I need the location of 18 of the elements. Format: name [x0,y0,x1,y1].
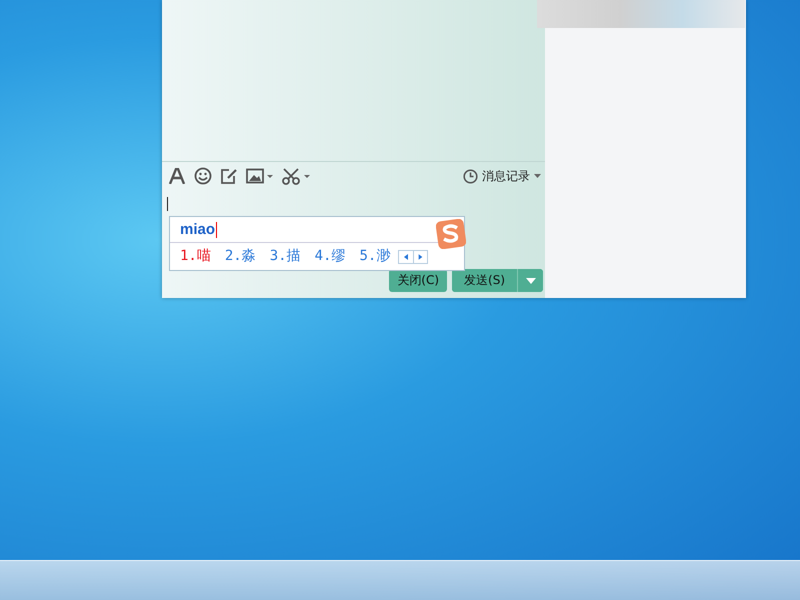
clock-icon [463,168,478,184]
close-button[interactable]: 关闭(C) [389,269,448,292]
candidate-option[interactable]: 3.描 [270,246,301,267]
edit-icon[interactable] [220,168,238,184]
candidate-option[interactable]: 2.淼 [224,246,256,267]
scissors-dropdown-icon[interactable] [282,168,312,184]
smiley-icon[interactable] [194,167,212,185]
candidate-option[interactable]: 4.缪 [314,246,346,267]
send-options-button[interactable] [517,269,543,292]
text-cursor [167,197,168,211]
image-dropdown-icon[interactable] [246,168,274,184]
caret-icon [534,174,541,178]
caret-icon [526,278,536,284]
history-button[interactable]: 消息记录 [463,167,541,185]
candidate-option[interactable]: 5.渺 [359,246,390,267]
font-icon[interactable] [168,168,186,184]
composition-text: miao [180,222,218,238]
candidate-option[interactable]: 1.喵 [180,246,211,267]
